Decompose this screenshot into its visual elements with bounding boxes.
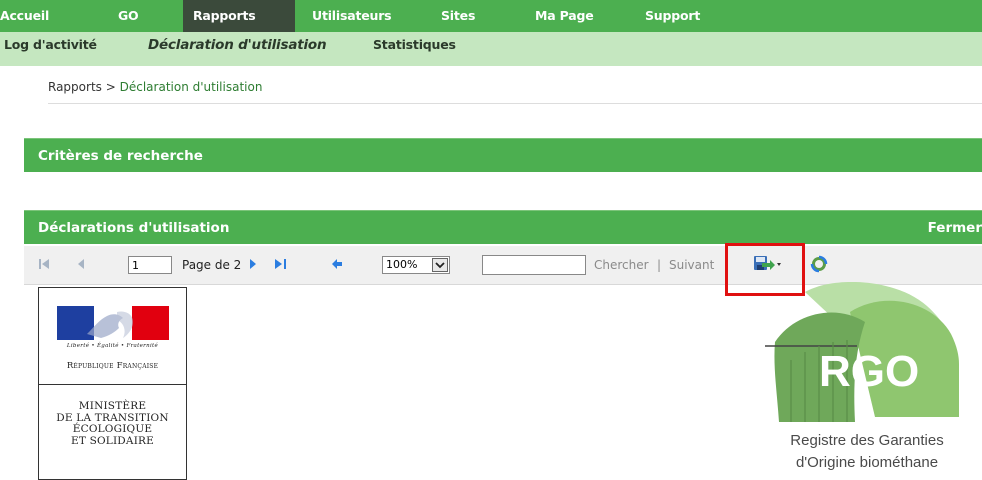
- report-viewer-toolbar: Page de 2 100% Chercher | Suivant: [24, 246, 982, 285]
- search-criteria-title: Critères de recherche: [38, 148, 203, 164]
- first-page-icon[interactable]: [38, 257, 50, 274]
- declarations-header: Déclarations d'utilisation Fermer: [24, 210, 982, 244]
- breadcrumb-link-rapports[interactable]: Rapports: [48, 80, 102, 94]
- page-of-label: Page de 2: [182, 258, 242, 272]
- find-link[interactable]: Chercher: [594, 258, 649, 272]
- nav-item-accueil[interactable]: Accueil: [0, 0, 57, 32]
- marianne-flag-icon: [57, 306, 169, 340]
- back-icon[interactable]: [330, 257, 344, 274]
- ministere-line: ET SOLIDAIRE: [70, 434, 155, 447]
- nav-item-utilisateurs[interactable]: Utilisateurs: [312, 0, 392, 32]
- ministere-line: ÉCOLOGIQUE: [72, 423, 153, 435]
- top-navigation-bar: Accueil GO Rapports Utilisateurs Sites M…: [0, 0, 982, 32]
- zoom-select[interactable]: 100%: [382, 256, 450, 274]
- rgo-logo-text: RGO: [819, 347, 919, 396]
- last-page-icon[interactable]: [274, 257, 288, 274]
- republique-label: République Française: [66, 361, 159, 371]
- breadcrumb: Rapports > Déclaration d'utilisation: [48, 80, 262, 94]
- ministere-logo-block: Liberté • Égalité • Fraternité Républiqu…: [38, 287, 187, 480]
- refresh-icon[interactable]: [810, 255, 828, 276]
- ministere-name: MINISTÈRE DE LA TRANSITION ÉCOLOGIQUE ET…: [39, 400, 186, 447]
- subnav-item-log-activite[interactable]: Log d'activité: [4, 32, 97, 58]
- breadcrumb-separator: >: [105, 80, 116, 94]
- nav-item-go[interactable]: GO: [118, 0, 139, 32]
- previous-page-icon[interactable]: [76, 257, 86, 274]
- breadcrumb-divider: [48, 103, 982, 104]
- breadcrumb-current: Déclaration d'utilisation: [119, 80, 263, 94]
- page-number-input[interactable]: [128, 256, 172, 274]
- find-separator: |: [657, 258, 662, 272]
- rgo-caption-line: d'Origine biométhane: [795, 454, 939, 471]
- nav-item-rapports[interactable]: Rapports: [183, 0, 295, 32]
- nav-item-sites[interactable]: Sites: [441, 0, 475, 32]
- find-text-input[interactable]: [482, 255, 586, 275]
- nav-item-support[interactable]: Support: [645, 0, 700, 32]
- rgo-caption-line: Registre des Garanties: [790, 432, 944, 449]
- rgo-caption: Registre des Garanties d'Origine biométh…: [762, 430, 972, 474]
- nav-item-ma-page[interactable]: Ma Page: [535, 0, 594, 32]
- search-criteria-header[interactable]: Critères de recherche: [24, 138, 982, 172]
- rgo-logo: RGO: [765, 282, 959, 422]
- find-next-link[interactable]: Suivant: [669, 258, 723, 272]
- declarations-title: Déclarations d'utilisation: [38, 220, 230, 236]
- subnav-item-declaration-utilisation[interactable]: Déclaration d'utilisation: [148, 32, 327, 58]
- subnav-item-statistiques[interactable]: Statistiques: [373, 32, 456, 58]
- ministere-line: MINISTÈRE: [78, 400, 147, 412]
- sub-navigation-bar: Log d'activité Déclaration d'utilisation…: [0, 32, 982, 66]
- next-page-icon[interactable]: [248, 257, 258, 274]
- chevron-down-icon[interactable]: [432, 258, 448, 272]
- logo-divider: [39, 384, 186, 385]
- zoom-value: 100%: [386, 258, 418, 271]
- republique-motto: Liberté • Égalité • Fraternité: [66, 343, 159, 349]
- close-link[interactable]: Fermer: [928, 211, 982, 245]
